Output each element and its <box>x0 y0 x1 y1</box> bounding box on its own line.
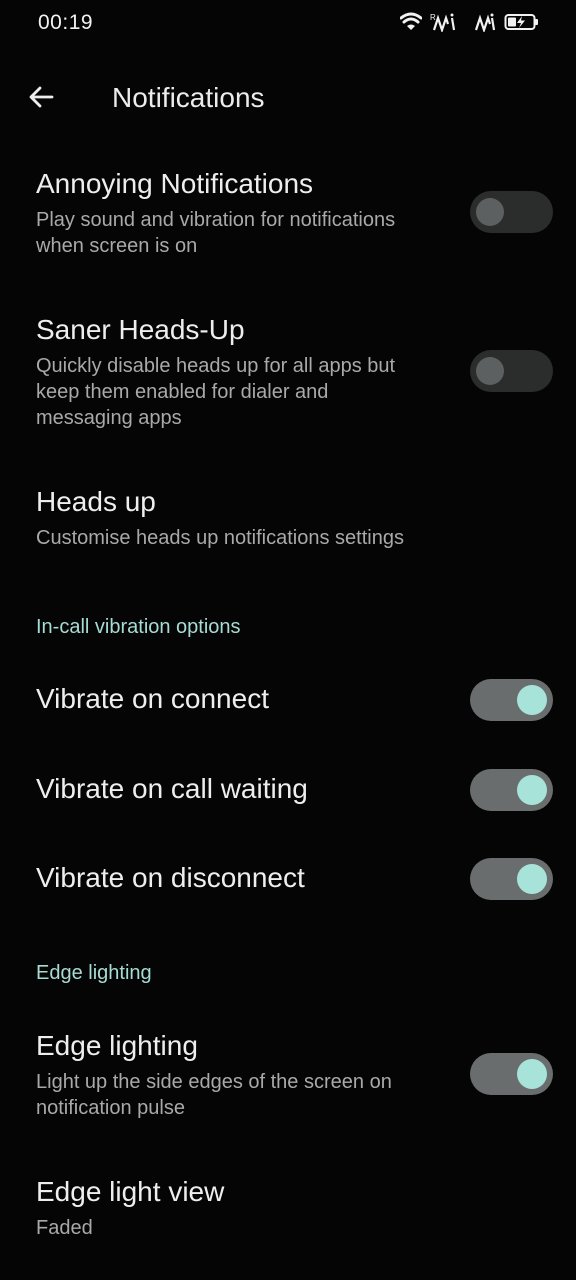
svg-text:R: R <box>430 13 436 22</box>
switch-knob <box>476 198 504 226</box>
wifi-icon <box>400 12 422 32</box>
app-bar: Notifications <box>0 60 576 136</box>
vibrate-on-disconnect-title: Vibrate on disconnect <box>36 862 305 893</box>
edge-light-view-title: Edge light view <box>36 1176 225 1207</box>
annoying-notifications-summary: Play sound and vibration for notificatio… <box>36 209 396 257</box>
vibrate-on-call-waiting-row[interactable]: Vibrate on call waiting <box>0 750 576 830</box>
back-button[interactable] <box>20 78 62 120</box>
edge-light-view-row[interactable]: Edge light view Faded <box>0 1160 576 1260</box>
annoying-notifications-switch[interactable] <box>470 191 553 233</box>
status-icons: R <box>400 12 540 32</box>
switch-knob <box>476 357 504 385</box>
vibrate-on-disconnect-switch[interactable] <box>470 858 553 900</box>
vibrate-on-connect-title: Vibrate on connect <box>36 683 269 714</box>
saner-heads-up-title: Saner Heads-Up <box>36 314 245 345</box>
saner-heads-up-row[interactable]: Saner Heads-Up Quickly disable heads up … <box>0 296 576 446</box>
settings-screen: 00:19 R Notifications Annoying Notificat… <box>0 0 576 1280</box>
signal-icon <box>474 12 496 32</box>
signal-r-icon: R <box>430 12 466 32</box>
edge-lighting-summary: Light up the side edges of the screen on… <box>36 1071 392 1119</box>
edge-lighting-header: Edge lighting <box>36 962 152 984</box>
edge-lighting-switch[interactable] <box>470 1053 553 1095</box>
annoying-notifications-row[interactable]: Annoying Notifications Play sound and vi… <box>0 150 576 280</box>
switch-knob <box>517 864 547 894</box>
saner-heads-up-switch[interactable] <box>470 350 553 392</box>
edge-lighting-title: Edge lighting <box>36 1030 198 1061</box>
saner-heads-up-summary: Quickly disable heads up for all apps bu… <box>36 355 396 429</box>
page-title: Notifications <box>112 82 265 113</box>
status-bar: 00:19 R <box>0 0 576 48</box>
vibrate-on-connect-row[interactable]: Vibrate on connect <box>0 660 576 740</box>
edge-lighting-row[interactable]: Edge lighting Light up the side edges of… <box>0 1012 576 1142</box>
arrow-back-icon <box>27 83 55 116</box>
vibrate-on-call-waiting-switch[interactable] <box>470 769 553 811</box>
vibrate-on-call-waiting-title: Vibrate on call waiting <box>36 773 308 804</box>
vibrate-on-disconnect-row[interactable]: Vibrate on disconnect <box>0 839 576 919</box>
edge-light-view-summary: Faded <box>36 1217 93 1239</box>
switch-knob <box>517 685 547 715</box>
switch-knob <box>517 1059 547 1089</box>
battery-charging-icon <box>504 12 540 32</box>
status-time: 00:19 <box>38 11 94 34</box>
annoying-notifications-title: Annoying Notifications <box>36 168 314 199</box>
heads-up-title: Heads up <box>36 486 156 517</box>
heads-up-summary: Customise heads up notifications setting… <box>36 527 404 549</box>
vibrate-on-connect-switch[interactable] <box>470 679 553 721</box>
heads-up-row[interactable]: Heads up Customise heads up notification… <box>0 470 576 570</box>
switch-knob <box>517 775 547 805</box>
in-call-vibration-header: In-call vibration options <box>36 616 241 638</box>
